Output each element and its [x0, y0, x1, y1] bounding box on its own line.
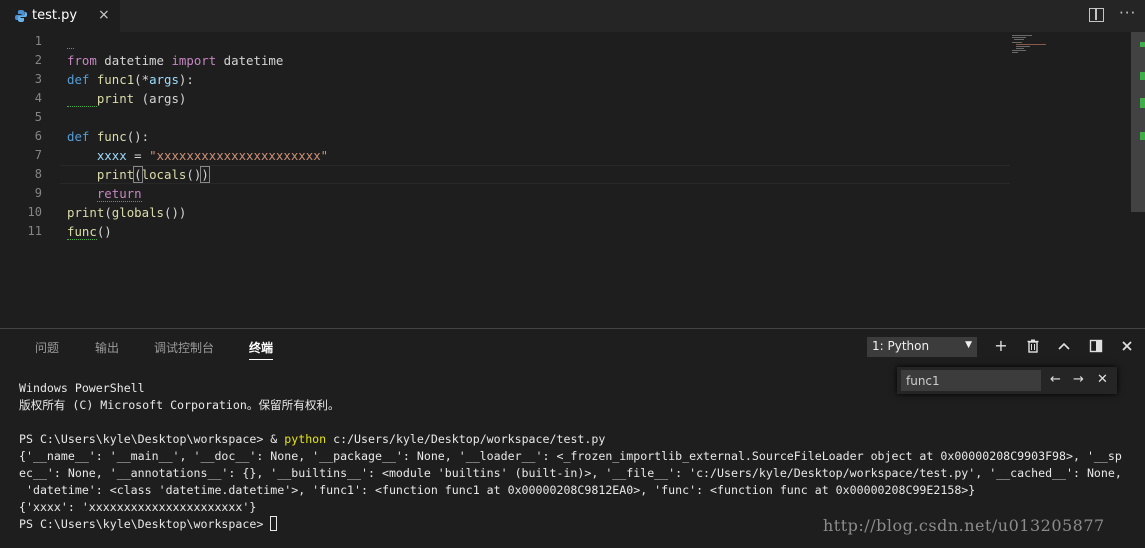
- line-number: 5: [34, 110, 42, 124]
- tab-test-py[interactable]: test.py ×: [0, 0, 120, 32]
- scrollbar-thumb[interactable]: [1131, 32, 1145, 212]
- line-number: 7: [34, 148, 42, 162]
- chevron-up-icon[interactable]: [1055, 337, 1073, 355]
- terminal-prompt: PS C:\Users\kyle\Desktop\workspace>: [19, 516, 278, 533]
- terminal-line: 'datetime': <class 'datetime.datetime'>,…: [19, 483, 976, 497]
- terminal-line: {'xxxx': 'xxxxxxxxxxxxxxxxxxxxxx'}: [19, 500, 257, 514]
- line-number: 1: [34, 34, 42, 48]
- code-line-11: func(): [67, 224, 112, 240]
- terminal-line: PS C:\Users\kyle\Desktop\workspace> & py…: [19, 432, 606, 446]
- tab-terminal[interactable]: 终端: [249, 339, 274, 360]
- minimap[interactable]: [1010, 32, 1130, 328]
- terminal-select[interactable]: 1: Python ▼: [867, 337, 977, 357]
- line-number: 6: [34, 129, 42, 143]
- tab-problems[interactable]: 问题: [35, 339, 59, 356]
- code-line-8: print(locals()): [96, 166, 210, 183]
- line-number: 9: [34, 186, 42, 200]
- line-number: 3: [34, 72, 42, 86]
- find-input[interactable]: [901, 370, 1041, 391]
- line-number: 8: [34, 167, 42, 181]
- watermark: http://blog.csdn.net/u013205877: [823, 516, 1105, 535]
- line-number: 10: [27, 205, 42, 219]
- scrollbar-marker: [1140, 72, 1145, 80]
- tab-label: test.py: [32, 8, 78, 23]
- line-number: 4: [34, 91, 42, 105]
- arrow-right-icon[interactable]: →: [1073, 372, 1084, 387]
- terminal-line: {'__name__': '__main__', '__doc__': None…: [19, 449, 1122, 463]
- editor-tab-bar: test.py × ···: [0, 0, 1145, 32]
- code-line-10: print(globals()): [67, 205, 187, 220]
- bottom-panel: 问题 输出 调试控制台 终端 1: Python ▼ + ← → ✕ Windo…: [0, 328, 1145, 548]
- code-line-7: xxxx = "xxxxxxxxxxxxxxxxxxxxxx": [96, 148, 329, 163]
- terminal-select-value: 1: Python: [872, 339, 930, 353]
- terminal-cursor: [270, 516, 278, 531]
- chevron-down-icon: ▼: [965, 340, 972, 350]
- arrow-left-icon[interactable]: ←: [1050, 372, 1061, 387]
- code-line-6: def func():: [67, 129, 150, 144]
- panel-maximize-icon[interactable]: [1087, 337, 1105, 355]
- trash-icon[interactable]: [1024, 337, 1042, 355]
- split-editor-icon[interactable]: [1089, 8, 1104, 22]
- find-widget: ← → ✕: [897, 367, 1117, 394]
- terminal-line: 版权所有 (C) Microsoft Corporation。保留所有权利。: [19, 398, 340, 412]
- scrollbar-marker: [1140, 98, 1145, 108]
- code-line-9: return: [96, 186, 142, 202]
- scrollbar-marker: [1140, 132, 1145, 140]
- close-panel-icon[interactable]: [1118, 337, 1136, 355]
- plus-icon[interactable]: +: [992, 337, 1010, 355]
- terminal-line: Windows PowerShell: [19, 381, 145, 395]
- scrollbar-marker: [1140, 42, 1145, 47]
- code-editor[interactable]: 1 2 3 4 5 6 7 8 9 10 11 from datetime im…: [0, 32, 1145, 328]
- python-file-icon: [15, 10, 27, 22]
- close-icon[interactable]: ×: [98, 7, 110, 23]
- tab-output[interactable]: 输出: [95, 339, 119, 356]
- more-actions-icon[interactable]: ···: [1119, 4, 1136, 22]
- line-number-gutter: 1 2 3 4 5 6 7 8 9 10 11: [0, 32, 60, 328]
- code-line-4: print (args): [67, 89, 186, 108]
- line-number: 11: [27, 224, 42, 238]
- code-line-2: from datetime import datetime: [67, 53, 284, 68]
- close-find-icon[interactable]: ✕: [1097, 372, 1108, 387]
- terminal-line: ec__': None, '__annotations__': {}, '__b…: [19, 466, 1122, 480]
- tab-debug-console[interactable]: 调试控制台: [154, 339, 214, 356]
- code-line-3: def func1(*args):: [67, 72, 194, 87]
- line-number: 2: [34, 53, 42, 67]
